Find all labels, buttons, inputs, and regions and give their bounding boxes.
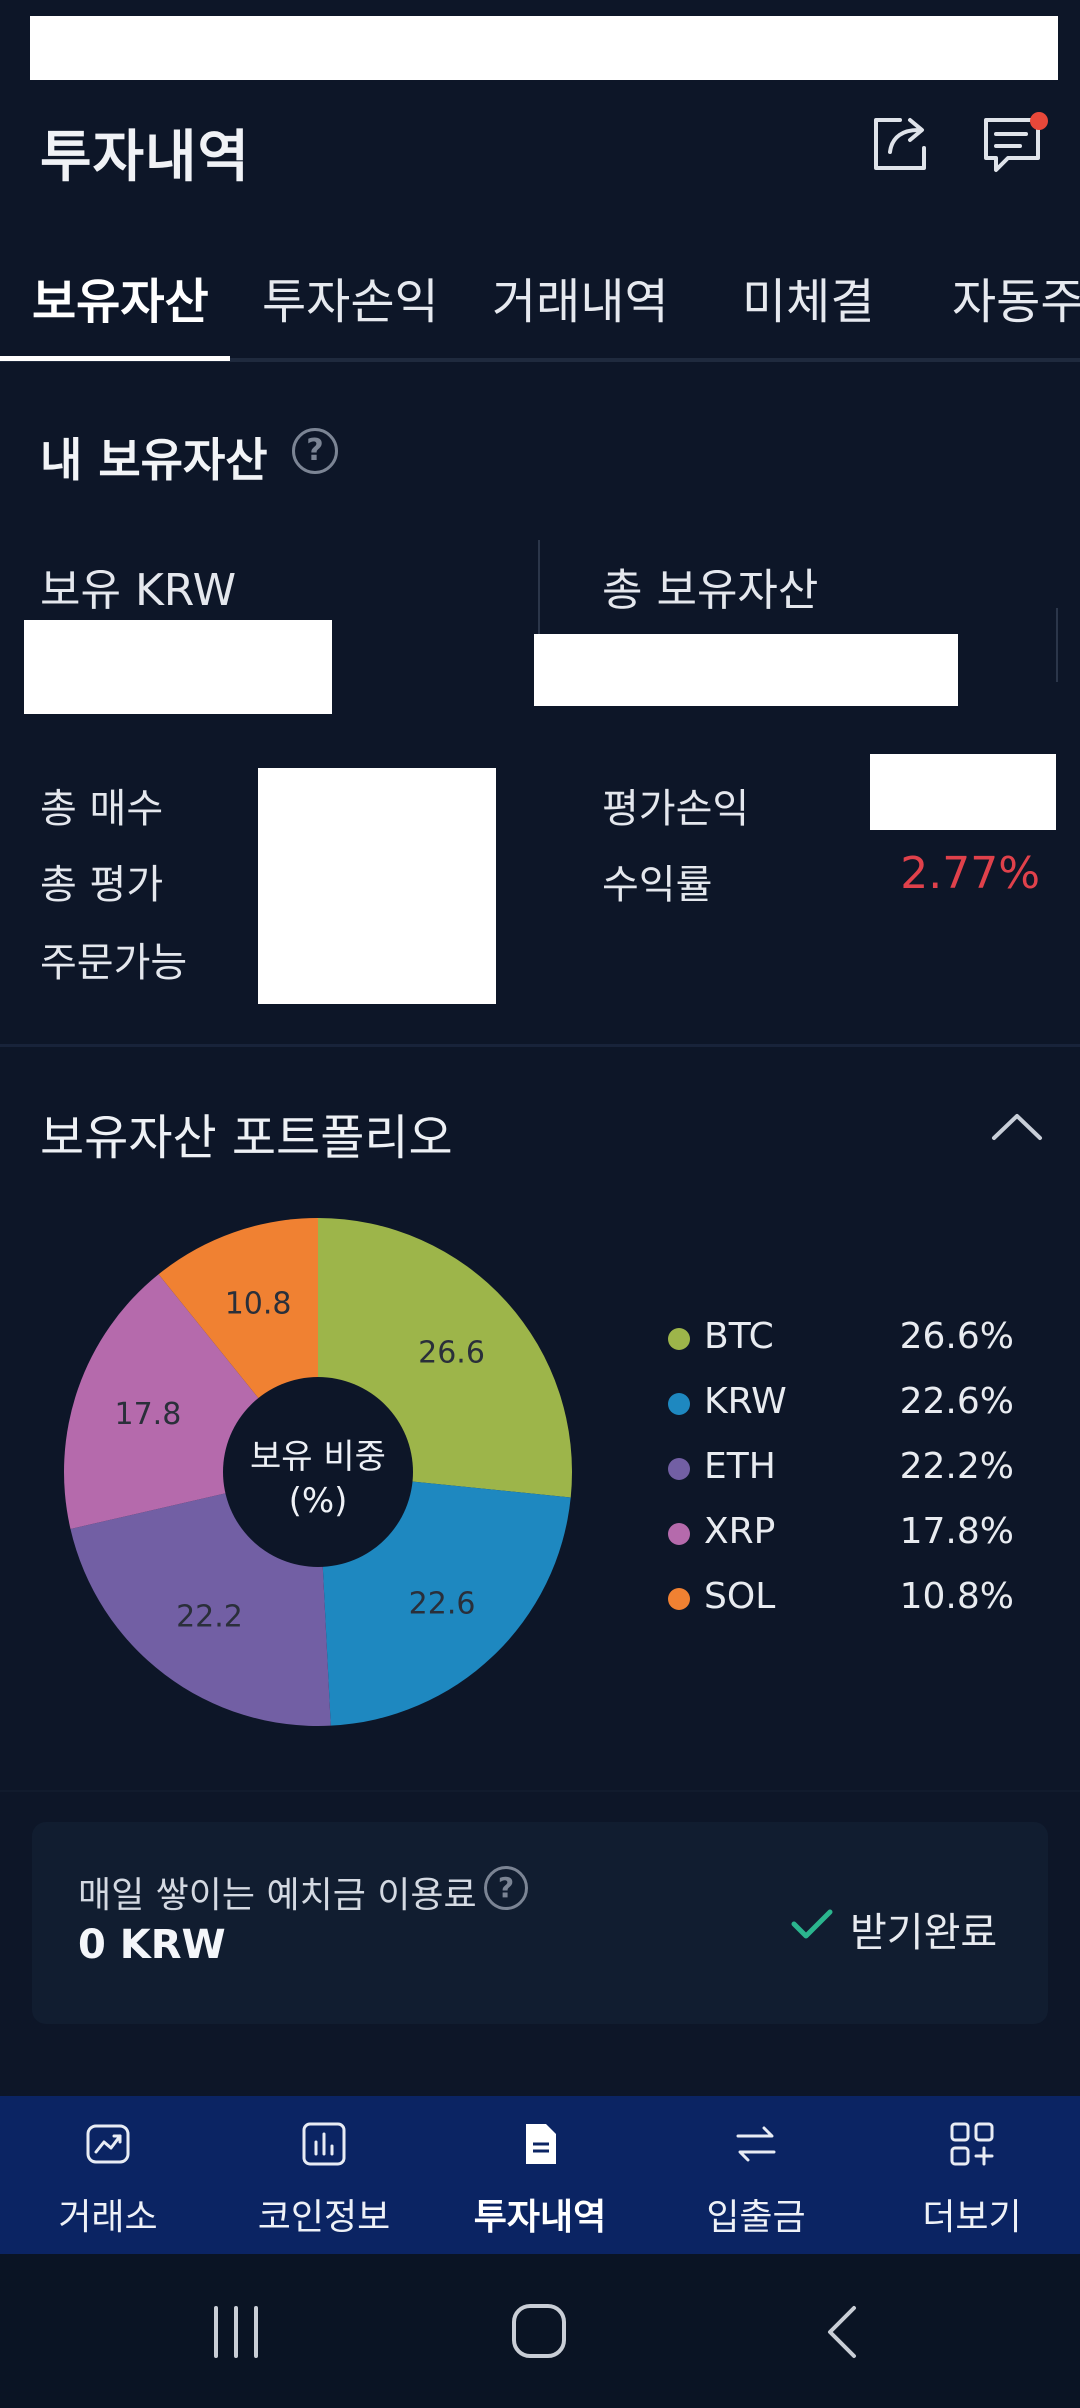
check-icon: [791, 1909, 833, 1939]
pie-label-btc: 26.6: [418, 1335, 485, 1370]
section-band: [0, 1790, 1080, 1792]
notification-badge: [1030, 112, 1048, 130]
nav-exchange[interactable]: 거래소: [0, 2096, 216, 2254]
nav-investment-history[interactable]: 투자내역: [432, 2096, 648, 2254]
nav-investment-history-label: 투자내역: [473, 2197, 607, 2238]
donut-center-label-1: 보유 비중: [250, 1437, 386, 1477]
bar-chart-icon: [302, 2122, 346, 2166]
legend-swatch: [668, 1588, 690, 1610]
total-assets-label: 총 보유자산: [602, 565, 819, 616]
nav-exchange-label: 거래소: [58, 2197, 158, 2238]
nav-coin-info[interactable]: 코인정보: [216, 2096, 432, 2254]
status-bar-redacted: [30, 16, 1058, 80]
back-icon[interactable]: [822, 2304, 862, 2360]
assets-title: 내 보유자산: [40, 433, 268, 487]
document-icon: [526, 2124, 556, 2164]
legend-item-eth: ETH 22.2%: [668, 1444, 1038, 1494]
legend-value: 26.6%: [899, 1316, 1014, 1357]
nav-deposit-withdraw-label: 입출금: [706, 2197, 806, 2238]
legend-label: ETH: [704, 1446, 776, 1487]
rate-label: 수익률: [602, 862, 713, 908]
fee-help-icon[interactable]: ?: [484, 1866, 528, 1910]
orderable-label: 주문가능: [40, 940, 188, 986]
legend-label: KRW: [704, 1381, 787, 1422]
nav-more[interactable]: 더보기: [864, 2096, 1080, 2254]
krw-value-redacted: [24, 620, 332, 714]
system-navigation-bar: [0, 2254, 1080, 2408]
tab-bar: 보유자산 투자손익 거래내역 미체결 자동주문: [0, 262, 1080, 362]
active-tab-indicator: [0, 356, 230, 361]
donut-center-label-2: (%): [289, 1481, 348, 1521]
recent-apps-icon[interactable]: [206, 2304, 266, 2360]
tab-profit-loss[interactable]: 투자손익: [262, 262, 439, 332]
total-eval-label: 총 평가: [40, 862, 164, 908]
transfer-icon: [736, 2126, 776, 2162]
tab-auto-order[interactable]: 자동주문: [952, 262, 1080, 332]
fee-amount: 0 KRW: [78, 1922, 226, 1968]
legend-swatch: [668, 1458, 690, 1480]
grid-plus-icon: [950, 2122, 994, 2166]
legend-item-xrp: XRP 17.8%: [668, 1509, 1038, 1559]
legend-swatch: [668, 1393, 690, 1415]
home-icon[interactable]: [510, 2302, 568, 2360]
total-value-redacted: [534, 634, 958, 706]
legend-label: SOL: [704, 1576, 776, 1617]
pie-label-xrp: 17.8: [114, 1397, 181, 1432]
legend-label: BTC: [704, 1316, 774, 1357]
legend-value: 10.8%: [899, 1576, 1014, 1617]
share-icon[interactable]: [866, 108, 936, 178]
legend-item-krw: KRW 22.6%: [668, 1379, 1038, 1429]
fee-status[interactable]: 받기완료: [850, 1900, 997, 1958]
legend-value: 22.6%: [899, 1381, 1014, 1422]
tab-pending[interactable]: 미체결: [742, 262, 874, 332]
collapse-chevron-icon[interactable]: [990, 1108, 1044, 1144]
buy-eval-values-redacted: [258, 768, 496, 1004]
chart-trend-icon: [86, 2124, 130, 2164]
pie-label-eth: 22.2: [176, 1600, 243, 1635]
bottom-nav: 거래소 코인정보 투자내역 입출금 더보기: [0, 2096, 1080, 2254]
help-icon[interactable]: ?: [292, 428, 338, 474]
tab-holdings[interactable]: 보유자산: [32, 262, 209, 332]
legend-item-sol: SOL 10.8%: [668, 1574, 1038, 1624]
pnl-label: 평가손익: [602, 786, 750, 832]
legend-value: 22.2%: [899, 1446, 1014, 1487]
total-buy-label: 총 매수: [40, 786, 164, 832]
tab-trade-history[interactable]: 거래내역: [492, 262, 669, 332]
legend-item-btc: BTC 26.6%: [668, 1314, 1038, 1364]
assets-divider-right: [1056, 608, 1058, 682]
nav-more-label: 더보기: [922, 2197, 1022, 2238]
nav-deposit-withdraw[interactable]: 입출금: [648, 2096, 864, 2254]
pie-label-krw: 22.6: [409, 1586, 476, 1621]
nav-coin-info-label: 코인정보: [257, 2197, 391, 2238]
legend-swatch: [668, 1523, 690, 1545]
pnl-value-redacted: [870, 754, 1056, 830]
fee-title: 매일 쌓이는 예치금 이용료: [78, 1875, 477, 1916]
pie-label-sol: 10.8: [225, 1286, 292, 1321]
portfolio-title: 보유자산 포트폴리오: [40, 1110, 453, 1166]
page-title: 투자내역: [40, 125, 251, 190]
krw-label: 보유 KRW: [40, 565, 237, 616]
section-divider: [0, 1044, 1080, 1047]
portfolio-donut-chart: 26.6 22.6 22.2 17.8 10.8 보유 비중 (%): [63, 1218, 572, 1726]
legend-label: XRP: [704, 1511, 776, 1552]
legend-swatch: [668, 1328, 690, 1350]
legend-value: 17.8%: [899, 1511, 1014, 1552]
rate-value: 2.77%: [900, 848, 1040, 899]
